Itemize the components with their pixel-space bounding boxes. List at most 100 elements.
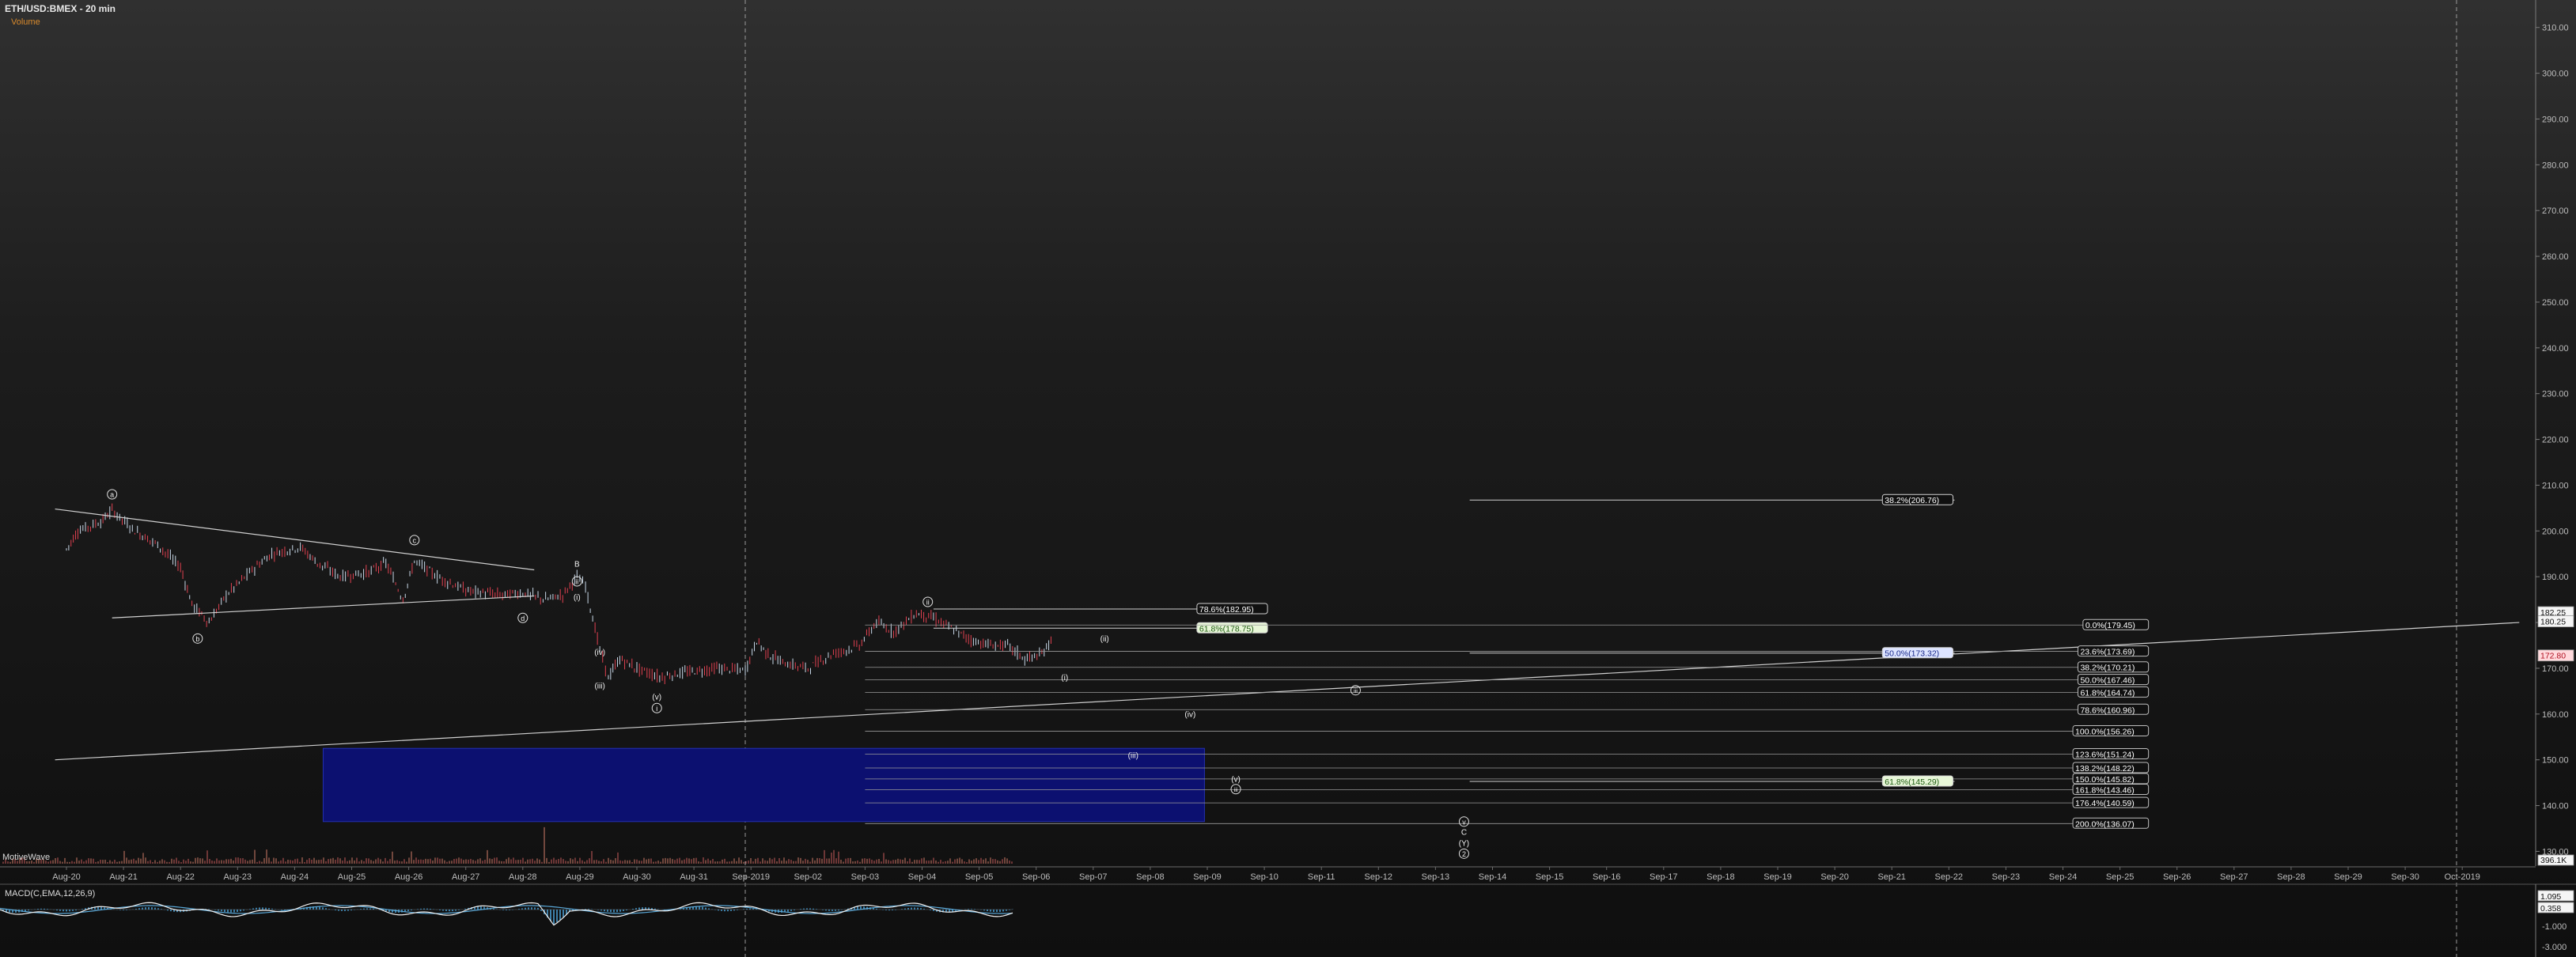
- wave-label: ii: [926, 599, 930, 607]
- fib-extension-text: 138.2%(148.22): [2075, 764, 2135, 774]
- wave-label: 2: [1462, 850, 1466, 858]
- date-tick-label: Sep-11: [1308, 872, 1335, 882]
- wave-label: (ii): [1100, 635, 1109, 644]
- price-tick-label: 260.00: [2542, 252, 2569, 262]
- date-tick-label: Oct-2019: [2445, 872, 2480, 882]
- fib-extension-text: 100.0%(156.26): [2075, 727, 2135, 736]
- date-tick-label: Sep-07: [1079, 872, 1107, 882]
- fib-extension-text: 150.0%(145.82): [2075, 775, 2135, 785]
- wave-label: ii: [575, 577, 578, 585]
- date-tick-label: Sep-25: [2106, 872, 2134, 882]
- date-tick-label: Aug-28: [509, 872, 536, 882]
- date-tick-label: Sep-09: [1193, 872, 1221, 882]
- wave-label: (iv): [1184, 710, 1195, 719]
- wave-label: (v): [1231, 775, 1241, 784]
- price-tick-label: 310.00: [2542, 24, 2569, 33]
- motivewave-label: MotiveWave: [2, 853, 51, 862]
- date-tick-label: Sep-12: [1365, 872, 1392, 882]
- projection-label-text: 61.8%(145.29): [1885, 777, 1939, 787]
- date-tick-label: Aug-26: [395, 872, 422, 882]
- wave-label: (i): [574, 594, 581, 603]
- chart-root: 78.6%(182.95) 61.8%(178.75) 0.0%(179.45) 23…: [0, 0, 2576, 957]
- wave-label: iii: [1234, 786, 1238, 793]
- date-tick-label: Sep-24: [2049, 872, 2077, 882]
- triangle-lower: [112, 595, 535, 618]
- supply-zone: [322, 747, 1205, 823]
- date-tick-label: Sep-27: [2220, 872, 2248, 882]
- fib-label-text: 78.6%(182.95): [1199, 605, 1254, 615]
- chart-title: ETH/USD:BMEX - 20 min: [5, 3, 116, 14]
- fib-extension-text: 78.6%(160.96): [2080, 705, 2135, 715]
- price-tick-label: 140.00: [2542, 802, 2569, 811]
- date-tick-label: Aug-21: [109, 872, 137, 882]
- date-tick-label: Sep-13: [1422, 872, 1449, 882]
- wave-label: b: [195, 635, 199, 643]
- date-tick-label: Sep-03: [851, 872, 879, 882]
- fib-extension-text: 38.2%(170.21): [2080, 664, 2135, 673]
- date-tick-label: Sep-21: [1877, 872, 1905, 882]
- date-tick-label: Sep-17: [1650, 872, 1677, 882]
- projection-label-text: 50.0%(173.32): [1885, 649, 1939, 659]
- price-tick-label: 300.00: [2542, 70, 2569, 79]
- macd-axis-label: -1.000: [2542, 922, 2567, 932]
- date-tick-label: Sep-14: [1479, 872, 1506, 882]
- volume-legend: Volume: [11, 17, 40, 27]
- fib-extension-text: 0.0%(179.45): [2085, 621, 2135, 630]
- date-tick-label: Sep-05: [965, 872, 993, 882]
- wave-label: iii: [1354, 687, 1358, 694]
- date-tick-label: Sep-19: [1763, 872, 1791, 882]
- wave-label: C: [1461, 829, 1467, 838]
- date-tick-label: Aug-25: [338, 872, 366, 882]
- price-tick-label: 220.00: [2542, 436, 2569, 445]
- date-tick-label: Aug-23: [224, 872, 252, 882]
- macd-label: MACD(C,EMA,12,26,9): [5, 889, 96, 898]
- date-tick-label: Aug-24: [281, 872, 309, 882]
- date-tick-label: Sep-30: [2391, 872, 2419, 882]
- date-tick-label: Sep-22: [1935, 872, 1963, 882]
- triangle-upper: [55, 508, 535, 571]
- chart-canvas[interactable]: 78.6%(182.95)61.8%(178.75) 0.0%(179.45)23…: [0, 0, 2576, 957]
- date-tick-label: Sep-28: [2277, 872, 2305, 882]
- date-tick-label: Aug-31: [680, 872, 707, 882]
- date-tick-label: Aug-30: [623, 872, 650, 882]
- date-tick-label: Sep-29: [2334, 872, 2362, 882]
- price-tick-label: 280.00: [2542, 161, 2569, 170]
- wave-label: a: [110, 491, 114, 499]
- date-tick-label: Aug-20: [52, 872, 80, 882]
- date-tick-label: Sep-23: [1992, 872, 2020, 882]
- fib-extension-text: 23.6%(173.69): [2080, 648, 2135, 657]
- price-tick-label: 270.00: [2542, 206, 2569, 216]
- price-tick-label: 210.00: [2542, 481, 2569, 490]
- date-tick-label: Aug-29: [566, 872, 593, 882]
- current-price-text: 172.80: [2540, 652, 2566, 661]
- fib-label-text: 61.8%(178.75): [1199, 624, 1254, 634]
- price-tick-label: 190.00: [2542, 573, 2569, 582]
- price-tick-label: 240.00: [2542, 344, 2569, 354]
- price-tick-label: 290.00: [2542, 115, 2569, 124]
- fib-extension-text: 176.4%(140.59): [2075, 799, 2135, 808]
- macd-value-text: 1.095: [2540, 892, 2561, 902]
- date-tick-label: Sep-2019: [732, 872, 770, 882]
- fib-extension-text: 50.0%(167.46): [2080, 676, 2135, 686]
- date-tick-label: Aug-22: [166, 872, 194, 882]
- date-tick-label: Sep-08: [1136, 872, 1164, 882]
- long-trendline: [55, 622, 2520, 761]
- macd-axis-label: -3.000: [2542, 943, 2567, 952]
- date-tick-label: Sep-10: [1250, 872, 1278, 882]
- macd-value-text: 0.358: [2540, 904, 2561, 914]
- wave-label: (i): [1061, 674, 1068, 683]
- price-tick-label: 200.00: [2542, 527, 2569, 536]
- date-tick-label: Aug-27: [452, 872, 479, 882]
- fib-extension-text: 61.8%(164.74): [2080, 688, 2135, 698]
- price-tick-label: 250.00: [2542, 298, 2569, 308]
- date-tick-label: Sep-26: [2163, 872, 2191, 882]
- wave-label: d: [521, 615, 525, 622]
- price-tick-label: 170.00: [2542, 664, 2569, 674]
- current-price-text: 180.25: [2540, 618, 2566, 627]
- fib-extension-text: 200.0%(136.07): [2075, 819, 2135, 829]
- price-tick-label: 160.00: [2542, 710, 2569, 720]
- price-tick-label: 150.00: [2542, 756, 2569, 766]
- wave-label: c: [413, 536, 417, 544]
- date-tick-label: Sep-15: [1536, 872, 1563, 882]
- date-tick-label: Sep-02: [794, 872, 822, 882]
